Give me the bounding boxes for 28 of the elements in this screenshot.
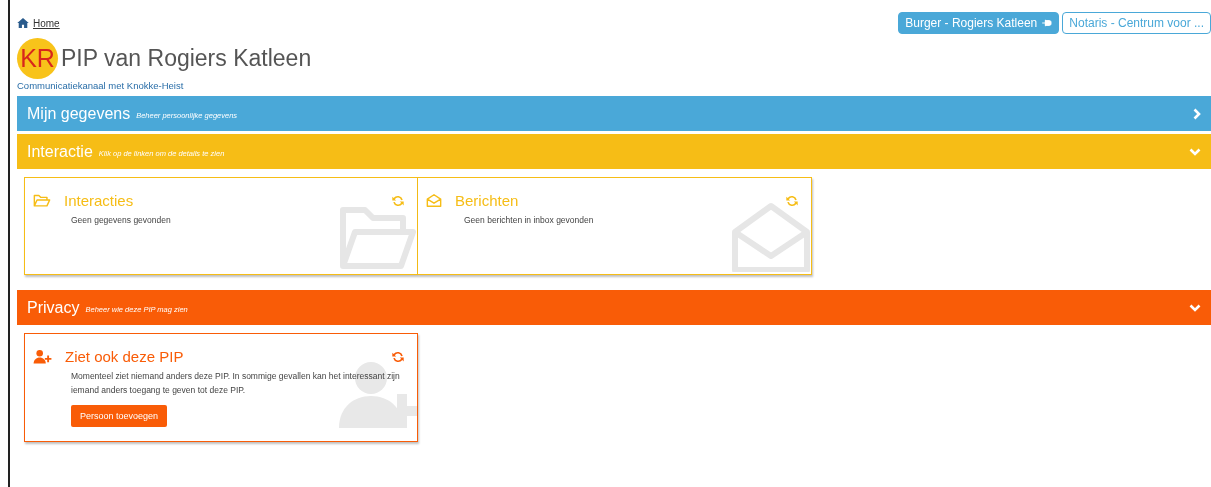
chevron-down-icon — [1189, 147, 1201, 156]
pin-icon — [1042, 19, 1053, 27]
home-link[interactable]: Home — [17, 17, 60, 29]
refresh-icon[interactable] — [391, 350, 405, 364]
page-title: PIP van Rogiers Katleen — [61, 45, 312, 72]
role-button[interactable]: Notaris - Centrum voor ... — [1062, 12, 1211, 34]
section-title: Privacy — [27, 298, 80, 317]
chevron-down-icon — [1189, 303, 1201, 312]
card-text: Geen gegevens gevonden — [71, 214, 172, 227]
card-text: Geen berichten in inbox gevonden — [464, 214, 595, 227]
section-title: Interactie — [27, 142, 93, 161]
card-title[interactable]: Berichten — [455, 192, 519, 209]
card-text: Momenteel ziet niemand anders deze PIP. In sommige gevallen kan het interessant zijn iemand anders toegang te geven tot deze PIP. — [71, 370, 401, 397]
page-subtitle: Communicatiekanaal met Knokke-Heist — [17, 80, 185, 91]
envelope-icon — [426, 193, 442, 208]
section-title: Mijn gegevens — [27, 104, 131, 123]
envelope-watermark-icon — [731, 202, 811, 272]
home-icon — [17, 18, 29, 28]
folder-icon — [33, 193, 51, 208]
refresh-icon[interactable] — [785, 194, 799, 208]
chevron-right-icon — [1193, 107, 1201, 120]
card-title[interactable]: Interacties — [64, 192, 134, 209]
refresh-icon[interactable] — [391, 194, 405, 208]
add-user-icon — [33, 349, 52, 364]
avatar: KR — [17, 38, 58, 79]
role-button[interactable]: Burger - Rogiers Katleen — [898, 12, 1060, 34]
add-person-button[interactable]: Persoon toevoegen — [71, 405, 168, 428]
card-title[interactable]: Ziet ook deze PIP — [65, 348, 184, 365]
